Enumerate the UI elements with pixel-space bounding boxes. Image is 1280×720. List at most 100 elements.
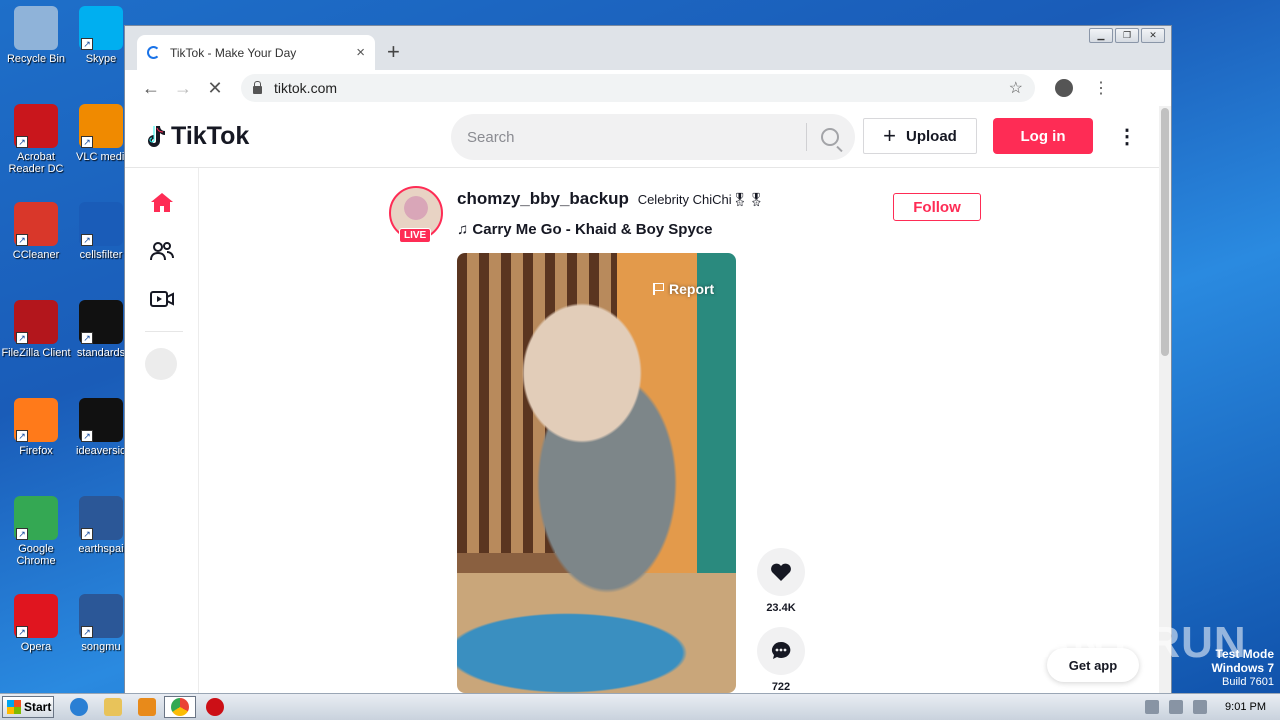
tab-title: TikTok - Make Your Day [170, 45, 297, 60]
desktop-icon-label: Google Chrome [16, 543, 56, 567]
system-tray: 9:01 PM [1135, 694, 1280, 720]
desktop-icon-label: songmu [81, 641, 121, 653]
desktop-icon[interactable]: ↗ VLC media player [76, 104, 126, 163]
like-count: 23.4K [766, 602, 796, 614]
report-button[interactable]: Report [653, 281, 714, 297]
page-scrollbar[interactable] [1159, 106, 1171, 694]
ie-icon[interactable] [70, 698, 88, 716]
app-icon: ↗ [79, 594, 123, 638]
desktop-icon[interactable]: ↗ cellsfilter [76, 202, 126, 261]
test-mode-notice: Test Mode Windows 7 Build 7601 [1211, 648, 1274, 689]
username[interactable]: chomzy_bby_backup [457, 189, 629, 208]
tab-tiktok[interactable]: TikTok - Make Your Day × [137, 35, 375, 70]
search-icon[interactable] [821, 128, 839, 146]
tab-close-icon[interactable]: × [356, 44, 365, 61]
app-icon: ↗ [79, 398, 123, 442]
search-input[interactable]: Search [467, 129, 806, 146]
desktop-icon[interactable]: ↗ songmu [76, 594, 126, 653]
shortcut-arrow-icon: ↗ [81, 332, 93, 344]
logo-text: TikTok [171, 122, 250, 150]
test-mode-line2: Windows 7 [1211, 661, 1274, 675]
app-icon: ↗ [79, 104, 123, 148]
desktop-icon[interactable]: ↗ CCleaner [0, 202, 74, 261]
start-button[interactable]: Start [2, 696, 54, 718]
test-mode-line3: Build 7601 [1222, 676, 1274, 688]
scrollbar-thumb[interactable] [1161, 108, 1169, 356]
desktop-icon-label: VLC media player [76, 151, 126, 163]
tab-strip: TikTok - Make Your Day × + [125, 26, 1171, 70]
shortcut-arrow-icon: ↗ [81, 234, 93, 246]
music-link[interactable]: ♫ Carry Me Go - Khaid & Boy Spyce [457, 221, 712, 238]
search-divider [806, 123, 807, 151]
report-label: Report [669, 281, 715, 297]
desktop-icon[interactable]: ↗ FileZilla Client [0, 300, 74, 359]
app-icon: ↗ [79, 202, 123, 246]
following-icon[interactable] [149, 238, 175, 264]
live-video-icon[interactable] [149, 286, 175, 312]
music-title: Carry Me Go - Khaid & Boy Spyce [472, 221, 713, 238]
desktop-icon[interactable]: ↗ standards [76, 300, 126, 359]
upload-button[interactable]: + Upload [863, 118, 977, 154]
desktop-icon[interactable]: ↗ Skype [76, 6, 126, 65]
shortcut-arrow-icon: ↗ [16, 332, 28, 344]
app-icon: ↗ [14, 300, 58, 344]
side-navigation [125, 168, 199, 694]
nickname: Celebrity ChiChi🎖🎖 [637, 192, 765, 207]
desktop-icon[interactable]: ↗ Google Chrome [0, 496, 74, 567]
desktop-icon[interactable]: ↗ ideaversio [76, 398, 126, 457]
desktop-icon-label: Opera [20, 641, 52, 653]
bookmark-star-icon[interactable]: ☆ [1009, 78, 1023, 98]
profile-icon[interactable] [1055, 79, 1073, 97]
follow-button[interactable]: Follow [893, 193, 981, 221]
tiktok-header: TikTok Search + Upload Log in ⋮ [125, 106, 1161, 168]
chrome-taskbar-button[interactable] [164, 696, 196, 718]
desktop-icon-label: Recycle Bin [6, 53, 66, 65]
app-icon: ↗ [79, 300, 123, 344]
browser-window: ▁ ❐ ✕ TikTok - Make Your Day × + ← → ✕ t… [124, 25, 1172, 694]
video-player[interactable]: Report [457, 253, 736, 693]
shortcut-arrow-icon: ↗ [16, 528, 28, 540]
tiktok-logo[interactable]: TikTok [143, 122, 249, 151]
desktop-icon-label: FileZilla Client [1, 347, 71, 359]
explorer-icon[interactable] [104, 698, 122, 716]
live-badge: LIVE [399, 228, 432, 243]
opera-icon[interactable] [206, 698, 224, 716]
desktop-icon[interactable]: ↗ Firefox [0, 398, 74, 457]
comment-button[interactable] [757, 627, 805, 675]
app-icon [14, 6, 58, 50]
search-box[interactable]: Search [451, 114, 855, 160]
windows-logo-icon [7, 700, 21, 714]
network-icon[interactable] [1169, 700, 1184, 714]
home-icon[interactable] [149, 190, 175, 216]
browser-toolbar: ← → ✕ tiktok.com ☆ ⋮ [125, 70, 1171, 106]
shortcut-arrow-icon: ↗ [16, 626, 28, 638]
start-label: Start [24, 700, 52, 714]
browser-menu-button[interactable]: ⋮ [1093, 78, 1109, 98]
forward-button[interactable]: → [167, 78, 199, 99]
comment-count: 722 [771, 681, 791, 693]
clock[interactable]: 9:01 PM [1225, 701, 1266, 713]
more-menu-icon[interactable]: ⋮ [1117, 124, 1137, 149]
desktop-icon-label: cellsfilter [79, 249, 123, 261]
desktop-icon-label: standards [76, 347, 126, 359]
new-tab-button[interactable]: + [387, 39, 400, 65]
volume-icon[interactable] [1145, 700, 1160, 714]
media-player-icon[interactable] [138, 698, 156, 716]
desktop-icon-label: Acrobat Reader DC [8, 151, 64, 175]
shortcut-arrow-icon: ↗ [81, 38, 93, 50]
post-author[interactable]: chomzy_bby_backup Celebrity ChiChi🎖🎖 [457, 189, 765, 209]
desktop-icon[interactable]: ↗ Opera [0, 594, 74, 653]
desktop-icon[interactable]: ↗ earthspai [76, 496, 126, 555]
flag-icon [653, 283, 664, 295]
stop-loading-button[interactable]: ✕ [199, 78, 231, 99]
desktop-icon[interactable]: ↗ Acrobat Reader DC [0, 104, 74, 175]
back-button[interactable]: ← [135, 78, 167, 99]
tiktok-page: TikTok Search + Upload Log in ⋮ LIVE cho… [125, 106, 1161, 694]
address-bar[interactable]: tiktok.com ☆ [241, 74, 1035, 102]
action-center-flag-icon[interactable] [1193, 700, 1208, 714]
login-button[interactable]: Log in [993, 118, 1093, 154]
app-icon: ↗ [79, 496, 123, 540]
desktop-icon[interactable]: Recycle Bin [0, 6, 74, 65]
shortcut-arrow-icon: ↗ [81, 626, 93, 638]
like-button[interactable] [757, 548, 805, 596]
